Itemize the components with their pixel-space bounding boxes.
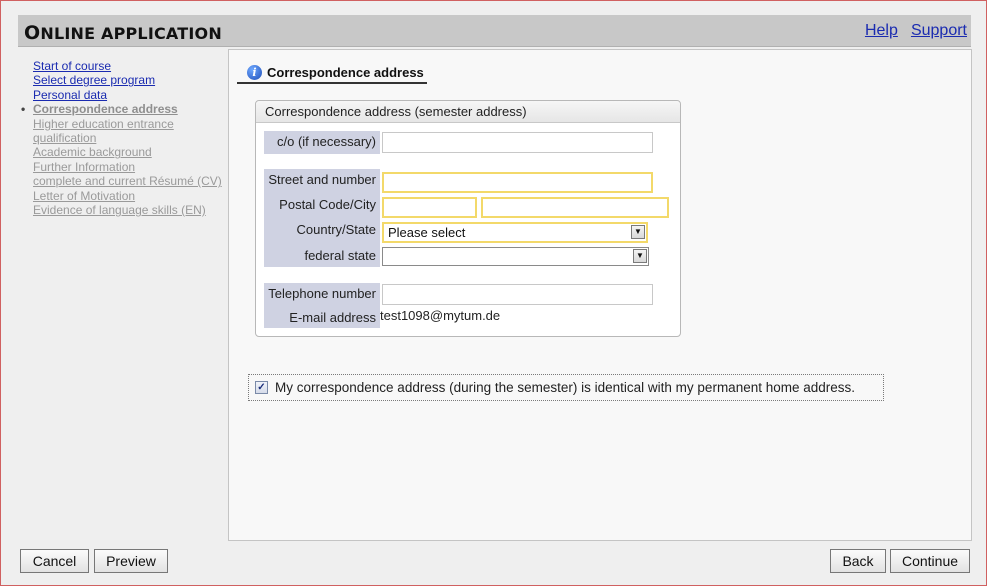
section-title: Correspondence address — [267, 64, 424, 80]
nav-item-academic-background[interactable]: Academic background — [21, 145, 226, 159]
nav-item-higher-education-entrance[interactable]: Higher education entrance — [21, 117, 226, 131]
nav-item-personal-data[interactable]: Personal data — [21, 88, 226, 102]
phone-label: Telephone number — [268, 286, 376, 301]
identical-address-label[interactable]: My correspondence address (during the se… — [275, 380, 855, 395]
nav-item-label: Correspondence address — [33, 102, 178, 117]
email-value: test1098@mytum.de — [380, 308, 501, 323]
section-heading: i Correspondence address — [237, 62, 427, 84]
federal-state-label: federal state — [304, 248, 376, 263]
title-initial: O — [24, 22, 41, 44]
title-rest: NLINE APPLICATION — [40, 24, 222, 43]
nav-item-correspondence-address[interactable]: • Correspondence address — [21, 102, 226, 116]
nav-item-select-degree-program[interactable]: Select degree program — [21, 73, 226, 87]
address-labels-cell: Street and number Postal Code/City Count… — [264, 169, 380, 267]
city-input[interactable] — [481, 197, 669, 218]
federal-state-select[interactable]: ▼ — [382, 247, 649, 266]
co-input[interactable] — [382, 132, 653, 153]
nav-item-qualification[interactable]: qualification — [21, 131, 226, 145]
country-label: Country/State — [296, 222, 377, 237]
application-window: ONLINE APPLICATION Help Support Start of… — [0, 0, 987, 586]
header-bar: ONLINE APPLICATION Help Support — [18, 15, 971, 47]
email-label: E-mail address — [289, 310, 376, 325]
country-select[interactable]: Please select ▼ — [382, 222, 648, 243]
identical-address-checkbox[interactable]: ✓ — [255, 381, 268, 394]
country-select-value: Please select — [388, 225, 466, 240]
header-links: Help Support — [857, 20, 967, 40]
postal-code-input[interactable] — [382, 197, 477, 218]
address-fieldset: Correspondence address (semester address… — [255, 100, 681, 337]
fieldset-legend: Correspondence address (semester address… — [256, 101, 680, 123]
chevron-down-icon[interactable]: ▼ — [633, 249, 647, 263]
nav-item-resume[interactable]: complete and current Résumé (CV) — [21, 174, 226, 188]
chevron-down-icon[interactable]: ▼ — [631, 225, 645, 239]
nav-item-further-information[interactable]: Further Information — [21, 160, 226, 174]
phone-input[interactable] — [382, 284, 653, 305]
preview-button[interactable]: Preview — [94, 549, 168, 573]
continue-button[interactable]: Continue — [890, 549, 970, 573]
nav-item-start-of-course[interactable]: Start of course — [21, 59, 226, 73]
help-link[interactable]: Help — [865, 22, 898, 39]
content-panel: i Correspondence address Correspondence … — [228, 49, 972, 541]
street-input[interactable] — [382, 172, 653, 193]
postal-city-label: Postal Code/City — [279, 197, 376, 212]
street-label: Street and number — [268, 172, 376, 187]
info-icon: i — [247, 64, 262, 80]
contact-labels-cell: Telephone number E-mail address — [264, 283, 380, 328]
page-title: ONLINE APPLICATION — [24, 22, 222, 44]
support-link[interactable]: Support — [911, 22, 967, 39]
cancel-button[interactable]: Cancel — [20, 549, 89, 573]
co-label-cell: c/o (if necessary) — [264, 131, 380, 154]
co-label: c/o (if necessary) — [277, 134, 376, 149]
step-navigation: Start of course Select degree program Pe… — [21, 59, 226, 217]
nav-item-language-skills[interactable]: Evidence of language skills (EN) — [21, 203, 226, 217]
nav-item-letter-of-motivation[interactable]: Letter of Motivation — [21, 189, 226, 203]
identical-address-row[interactable]: ✓ My correspondence address (during the … — [248, 374, 884, 401]
back-button[interactable]: Back — [830, 549, 886, 573]
current-step-bullet: • — [21, 102, 26, 117]
